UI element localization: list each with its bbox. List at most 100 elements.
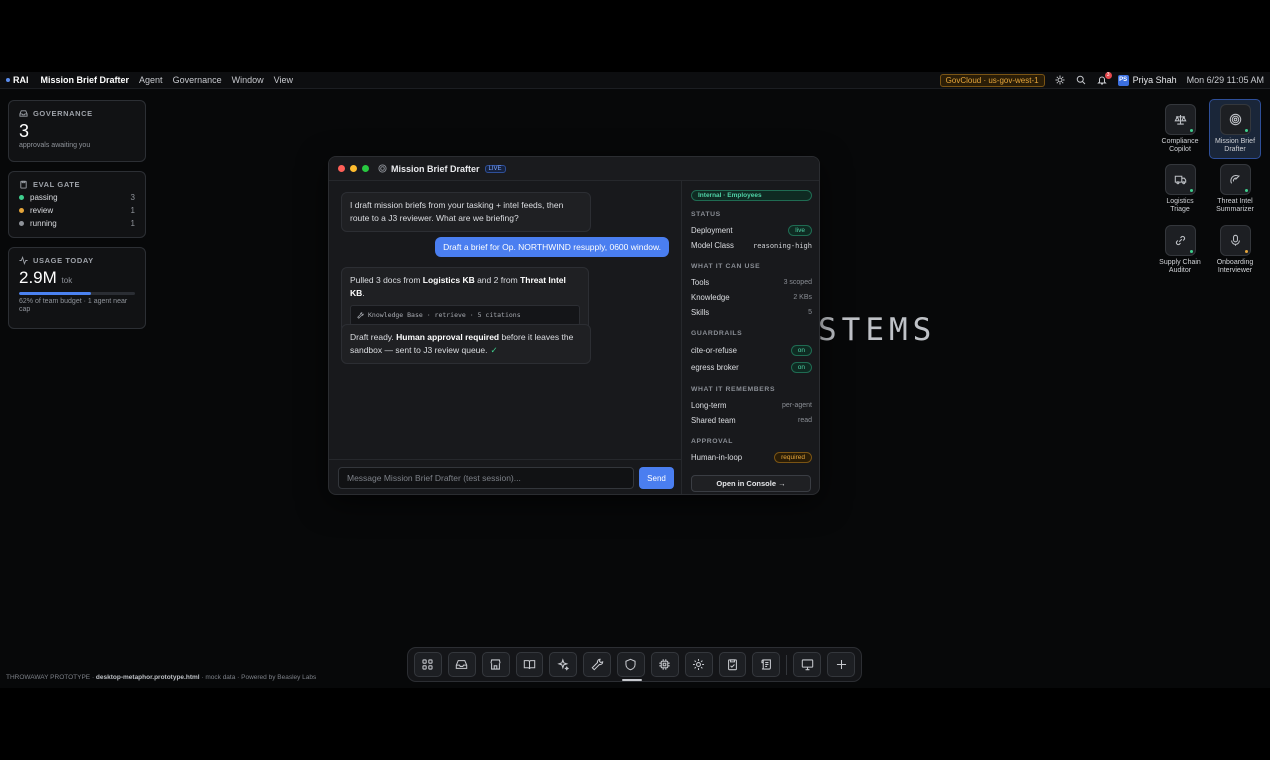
usage-widget[interactable]: USAGE TODAY 2.9M tok 62% of team budget … bbox=[8, 247, 146, 329]
guardrail-toggle[interactable]: on bbox=[790, 362, 812, 373]
guardrail-toggle[interactable]: on bbox=[790, 345, 812, 356]
user-name: Priya Shah bbox=[1132, 75, 1177, 85]
open-in-console-button[interactable]: Open in Console → bbox=[691, 475, 811, 492]
wrench-icon bbox=[357, 312, 364, 319]
sparkle-icon[interactable] bbox=[549, 652, 578, 677]
apps-grid-icon[interactable] bbox=[414, 652, 442, 677]
menu-bar: RAI Mission Brief Drafter Agent Governan… bbox=[0, 71, 1270, 89]
region-badge[interactable]: GovCloud · us-gov-west-1 bbox=[939, 73, 1045, 87]
shared-team-row: Shared team read bbox=[691, 416, 812, 425]
book-icon[interactable] bbox=[515, 652, 544, 677]
minimize-button[interactable] bbox=[350, 165, 357, 172]
menu-governance[interactable]: Governance bbox=[173, 75, 222, 85]
sun-icon[interactable] bbox=[1055, 75, 1066, 86]
eval-label: review bbox=[30, 206, 54, 215]
inbox-icon[interactable] bbox=[447, 652, 476, 677]
usage-progress bbox=[19, 292, 135, 295]
section-can-use: WHAT IT CAN USE bbox=[691, 263, 761, 270]
model-class-row: Model Class reasoning-high bbox=[691, 241, 812, 250]
desktop-icon-logistics-triage[interactable]: Logistics Triage bbox=[1154, 164, 1206, 214]
inbox-icon bbox=[19, 109, 28, 118]
eval-count: 1 bbox=[130, 219, 135, 228]
eval-gate-widget[interactable]: EVAL GATE passing 3 review 1 running 1 bbox=[8, 171, 146, 238]
desktop-icon-threat-intel-summarizer[interactable]: Threat Intel Summarizer bbox=[1209, 164, 1261, 214]
live-badge: LIVE bbox=[484, 164, 506, 173]
notification-badge: 3 bbox=[1104, 71, 1112, 79]
check-icon: ✓ bbox=[490, 345, 498, 355]
activity-icon bbox=[19, 256, 28, 265]
user-message: Draft a brief for Op. NORTHWIND resupply… bbox=[435, 237, 669, 257]
search-icon[interactable] bbox=[1076, 75, 1087, 86]
chat-pane: I draft mission briefs from your tasking… bbox=[329, 181, 682, 494]
radar-icon bbox=[1229, 173, 1242, 186]
close-button[interactable] bbox=[338, 165, 345, 172]
composer: Send bbox=[329, 459, 682, 494]
section-remembers: WHAT IT REMEMBERS bbox=[691, 386, 776, 393]
menu-agent[interactable]: Agent bbox=[139, 75, 163, 85]
skills-row[interactable]: Skills 5 bbox=[691, 305, 812, 320]
widget-title: GOVERNANCE bbox=[33, 109, 93, 118]
agent-window: Mission Brief Drafter LIVE I draft missi… bbox=[328, 156, 820, 495]
widget-title: EVAL GATE bbox=[33, 180, 81, 189]
deployment-status-badge: live bbox=[788, 225, 812, 236]
shield-icon[interactable] bbox=[617, 652, 645, 681]
desktop-icon-onboarding-interviewer[interactable]: Onboarding Interviewer bbox=[1209, 225, 1261, 275]
menu-view[interactable]: View bbox=[274, 75, 293, 85]
dock-separator bbox=[786, 654, 788, 675]
send-button[interactable]: Send bbox=[639, 467, 674, 489]
status-dot bbox=[19, 221, 24, 226]
eval-row-review[interactable]: review 1 bbox=[19, 206, 135, 215]
gear-icon[interactable] bbox=[684, 652, 713, 677]
eval-count: 1 bbox=[130, 206, 135, 215]
window-titlebar[interactable]: Mission Brief Drafter LIVE bbox=[329, 157, 819, 181]
approval-badge: required bbox=[774, 452, 812, 463]
bell-icon[interactable]: 3 bbox=[1097, 71, 1112, 86]
tool-call-chip[interactable]: Knowledge Base · retrieve · 5 citations bbox=[350, 305, 580, 326]
eval-row-running[interactable]: running 1 bbox=[19, 219, 135, 228]
desktop-icon-mission-brief-drafter[interactable]: Mission Brief Drafter bbox=[1209, 99, 1261, 159]
scroll-icon[interactable] bbox=[752, 652, 781, 677]
rai-logo[interactable]: RAI bbox=[6, 75, 29, 85]
monitor-icon[interactable] bbox=[793, 652, 822, 677]
section-approval: APPROVAL bbox=[691, 438, 734, 445]
clock: Mon 6/29 11:05 AM bbox=[1186, 75, 1264, 85]
tools-row[interactable]: Tools 3 scoped bbox=[691, 275, 812, 290]
scale-icon bbox=[1173, 113, 1187, 126]
guardrail-row: cite-or-refuse on bbox=[691, 342, 812, 359]
usage-value: 2.9M bbox=[19, 268, 57, 287]
menu-window[interactable]: Window bbox=[232, 75, 264, 85]
footer-filename: desktop-metaphor.prototype.html bbox=[95, 674, 200, 681]
chip-icon[interactable] bbox=[650, 652, 679, 677]
usage-caption: 62% of team budget · 1 agent near cap bbox=[19, 298, 128, 313]
eval-label: passing bbox=[30, 193, 58, 202]
governance-widget[interactable]: GOVERNANCE 3 approvals awaiting you bbox=[8, 100, 146, 162]
user-menu[interactable]: PS Priya Shah bbox=[1117, 74, 1177, 86]
widget-title: USAGE TODAY bbox=[33, 256, 94, 265]
target-icon bbox=[1229, 113, 1242, 126]
link-icon bbox=[1174, 234, 1187, 247]
eval-row-passing[interactable]: passing 3 bbox=[19, 193, 135, 202]
clipboard-icon bbox=[19, 180, 28, 189]
agent-message: I draft mission briefs from your tasking… bbox=[341, 192, 591, 232]
plus-icon[interactable] bbox=[827, 652, 855, 677]
maximize-button[interactable] bbox=[362, 165, 369, 172]
truck-icon bbox=[1174, 173, 1187, 186]
section-guardrails: GUARDRAILS bbox=[691, 330, 743, 337]
access-badge: Internal · Employees bbox=[691, 190, 812, 201]
desktop-icon-supply-chain-auditor[interactable]: Supply Chain Auditor bbox=[1154, 225, 1206, 275]
desktop-icon-compliance-copilot[interactable]: Compliance Copilot bbox=[1154, 104, 1206, 154]
status-dot bbox=[19, 195, 24, 200]
knowledge-row[interactable]: Knowledge 2 KBs bbox=[691, 290, 812, 305]
wrench-icon[interactable] bbox=[583, 652, 612, 677]
long-term-row: Long-term per-agent bbox=[691, 401, 812, 410]
usage-unit: tok bbox=[61, 276, 73, 285]
agent-details-panel: Internal · Employees STATUS Deployment li… bbox=[683, 181, 819, 494]
store-icon[interactable] bbox=[481, 652, 510, 677]
active-app-name[interactable]: Mission Brief Drafter bbox=[41, 75, 130, 85]
eval-label: running bbox=[30, 219, 57, 228]
message-input[interactable] bbox=[338, 467, 634, 489]
window-title: Mission Brief Drafter bbox=[391, 163, 480, 174]
deployment-row: Deployment live bbox=[691, 223, 812, 238]
desktop-wallpaper-text: STEMS bbox=[818, 312, 937, 348]
clipboard-check-icon[interactable] bbox=[718, 652, 747, 677]
